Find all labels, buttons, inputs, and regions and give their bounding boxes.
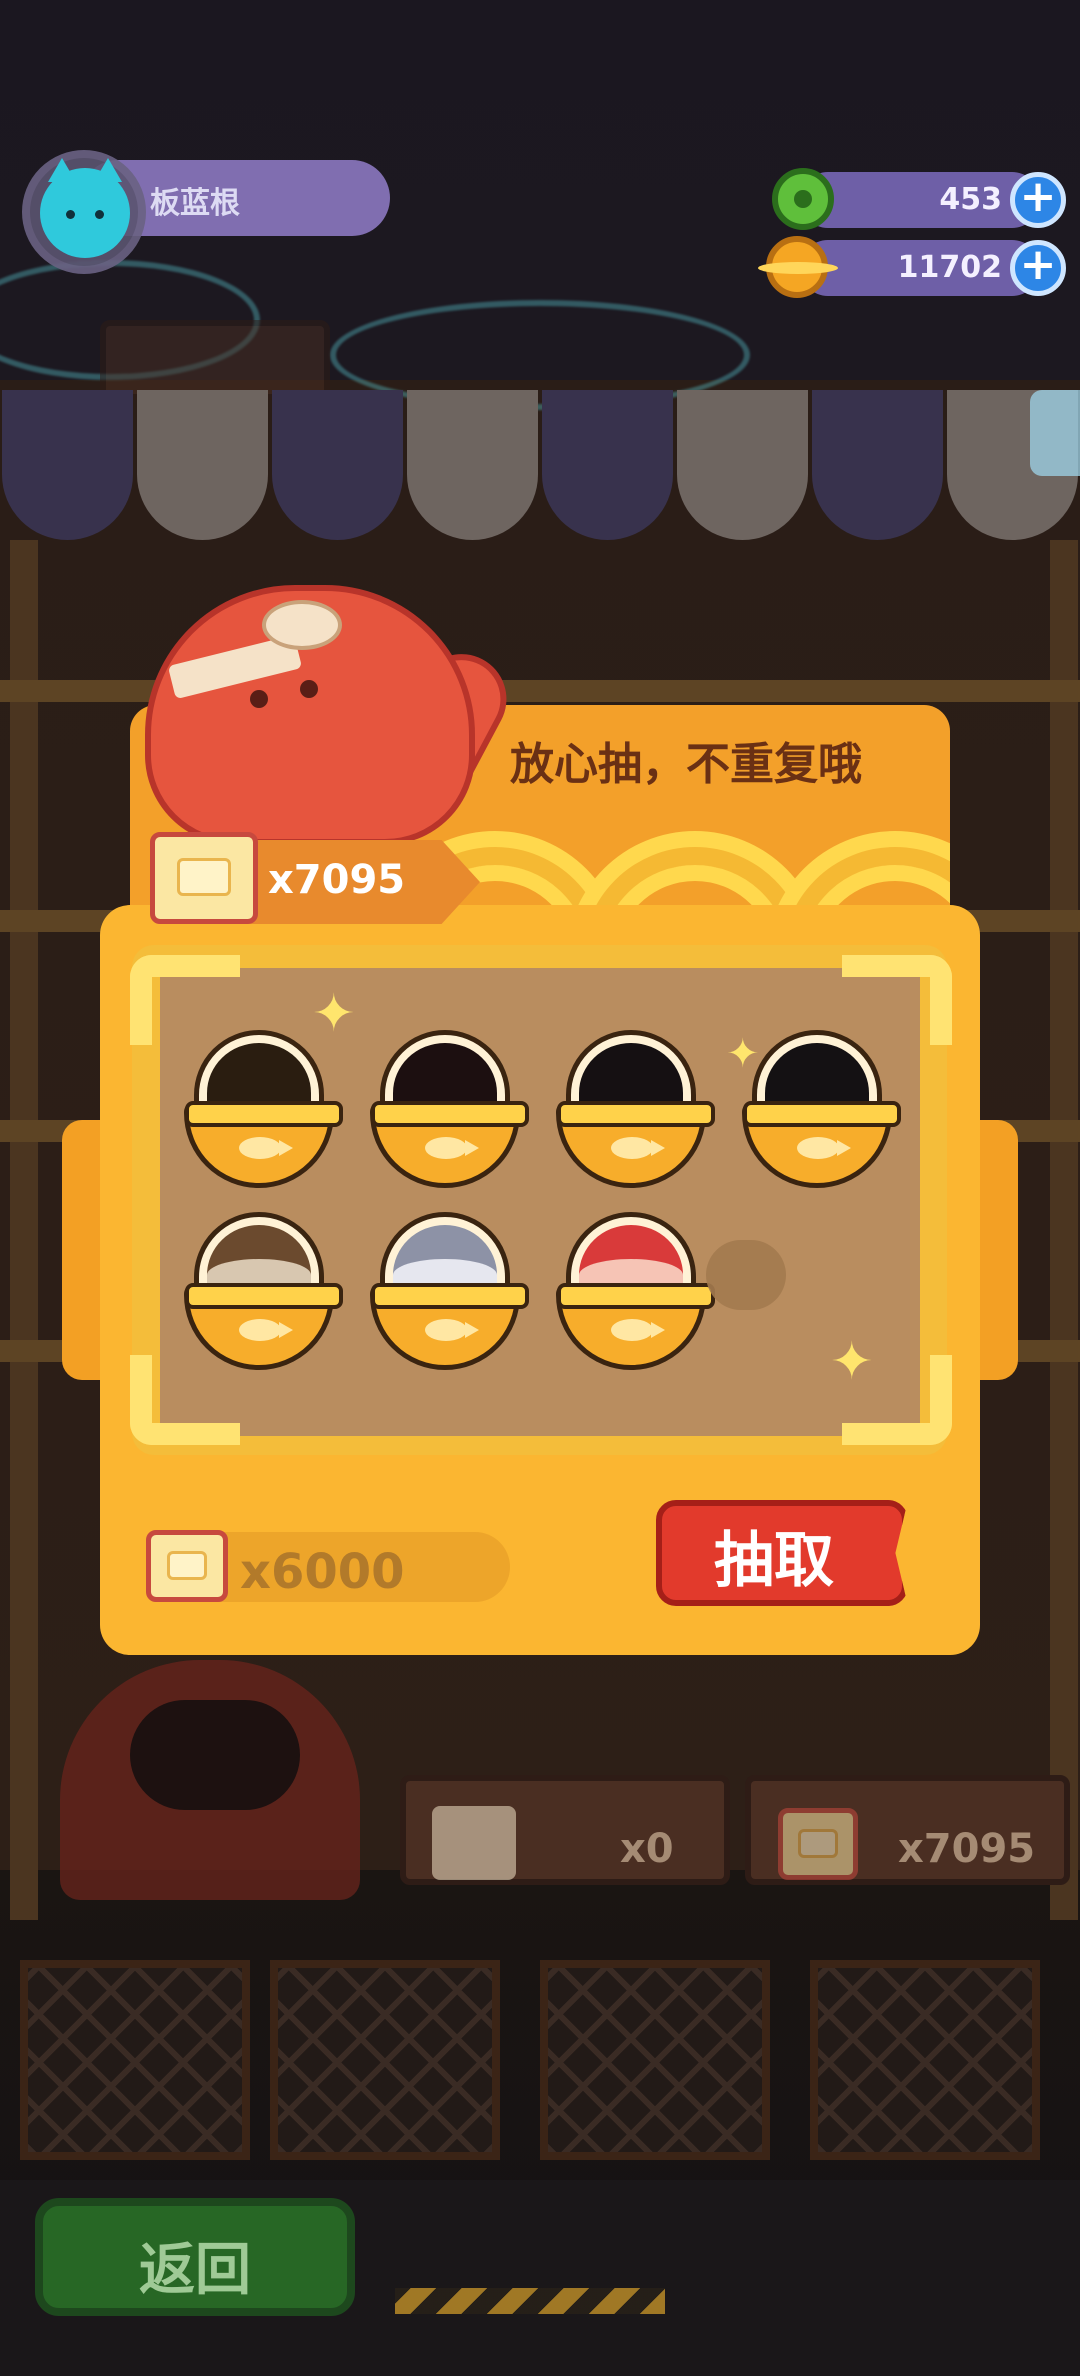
capsule-slot[interactable] — [180, 1030, 343, 1188]
gacha-ticket-icon — [146, 1530, 228, 1602]
add-coin-button[interactable]: + — [1010, 240, 1066, 296]
draw-button-label: 抽取 — [714, 1526, 834, 1596]
ticket-count: x7095 — [898, 1826, 1036, 1872]
fish-icon — [425, 1319, 479, 1341]
fish-icon — [611, 1137, 665, 1159]
gacha-ticket-icon — [778, 1808, 858, 1880]
ticket-balance: x7095 — [268, 857, 406, 903]
fence — [270, 1960, 500, 2160]
sushi-ticket-count: x0 — [620, 1826, 674, 1872]
octopus-eye — [250, 690, 268, 708]
hazard-stripe — [395, 2288, 665, 2314]
octopus-eye — [300, 680, 318, 698]
capsule-slot[interactable] — [366, 1030, 529, 1188]
capsule-slot[interactable] — [552, 1212, 715, 1370]
player-name: 板蓝根 — [150, 186, 240, 221]
sparkle-icon: ✦ — [830, 1332, 874, 1392]
fish-icon — [239, 1319, 293, 1341]
fish-icon — [425, 1137, 479, 1159]
shopkeeper-face — [130, 1700, 300, 1810]
draw-cost: x6000 — [240, 1544, 405, 1600]
capsule-slot[interactable] — [366, 1212, 529, 1370]
capsule-slot[interactable] — [738, 1030, 901, 1188]
cat-avatar-icon[interactable] — [40, 158, 130, 258]
fish-icon — [239, 1137, 293, 1159]
fence — [20, 1960, 250, 2160]
add-donut-button[interactable]: + — [1010, 172, 1066, 228]
empty-slot-icon — [706, 1240, 786, 1310]
capsule-slot[interactable] — [552, 1030, 715, 1188]
donut-amount: 453 — [939, 182, 1002, 217]
crate — [100, 320, 330, 400]
banner-text: 放心抽，不重复哦 — [510, 739, 862, 790]
side-menu-tab[interactable] — [1030, 390, 1080, 476]
shelf-pole — [1050, 540, 1078, 1920]
octopus-bow — [262, 600, 342, 650]
sushi-ticket-icon — [432, 1806, 516, 1880]
fish-icon — [611, 1319, 665, 1341]
shop-awning — [0, 390, 1080, 540]
back-button-label: 返回 — [139, 2238, 251, 2303]
fish-icon — [797, 1137, 851, 1159]
coin-amount: 11702 — [897, 250, 1002, 285]
fence — [810, 1960, 1040, 2160]
gacha-ticket-icon — [150, 832, 258, 924]
shelf-pole — [10, 540, 38, 1920]
capsule-slot[interactable] — [180, 1212, 343, 1370]
fence — [540, 1960, 770, 2160]
